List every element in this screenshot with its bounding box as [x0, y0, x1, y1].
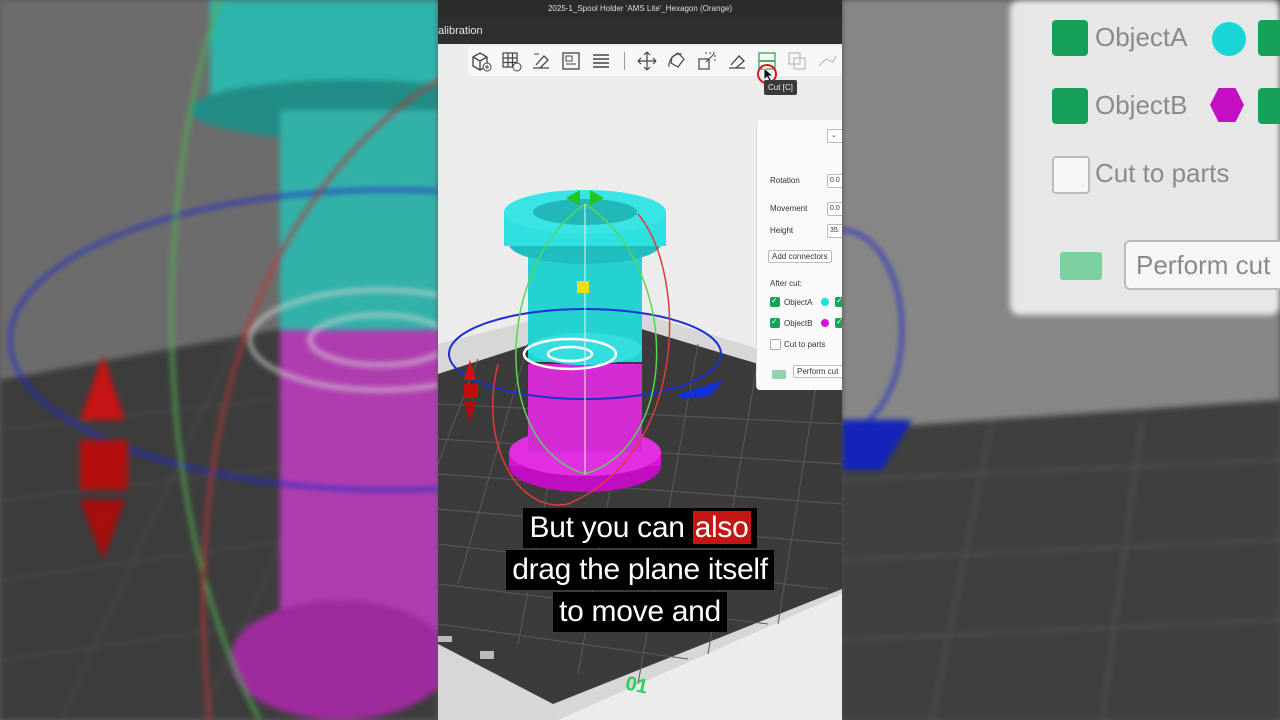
- zoom-objectb-extra-check: [1258, 88, 1280, 124]
- movement-field[interactable]: 0.0: [827, 202, 842, 216]
- cut-tool-panel: ⌄ Rotation 0.0 Movement 0.0 Height 35. A…: [756, 120, 842, 390]
- chevron-down-icon: ⌄: [831, 132, 837, 139]
- boolean-icon[interactable]: [786, 50, 808, 72]
- cut-to-parts-label: Cut to parts: [784, 340, 826, 349]
- caption-line-2-text: drag the plane itself: [506, 550, 774, 590]
- scale-icon[interactable]: [696, 50, 718, 72]
- zoom-perform-cut-button: Perform cut: [1124, 240, 1280, 290]
- cut-to-parts-checkbox[interactable]: [770, 339, 781, 350]
- right-blurred-backdrop: ObjectA ObjectB Cut to parts Perform cut: [842, 0, 1280, 720]
- lay-on-face-icon[interactable]: [726, 50, 748, 72]
- toolbar-separator: [624, 52, 625, 70]
- zoom-objectb-label: ObjectB: [1095, 90, 1188, 120]
- cut-tooltip: Cut [C]: [764, 80, 797, 95]
- objectb-option-checkbox[interactable]: [835, 317, 842, 328]
- left-blurred-backdrop: [0, 0, 438, 720]
- caption-line-3: to move and: [438, 592, 842, 632]
- left-zoomed-scene: [0, 0, 438, 720]
- cut-mode-dropdown[interactable]: ⌄: [827, 129, 842, 143]
- zoom-objecta-dot: [1212, 22, 1246, 56]
- caption-line-1: But you can also: [438, 508, 842, 548]
- menu-bar: alibration: [438, 18, 842, 44]
- zoom-cut-to-parts-label: Cut to parts: [1095, 158, 1230, 188]
- objecta-label: ObjectA: [784, 298, 813, 307]
- caption-line-3-text: to move and: [553, 592, 727, 632]
- after-cut-label: After cut:: [770, 279, 803, 288]
- window-title: 2025-1_Spool Holder 'AMS Lite'_Hexagon (…: [438, 0, 842, 18]
- zoom-objecta-label: ObjectA: [1095, 22, 1188, 52]
- perform-cut-button[interactable]: Perform cut: [793, 365, 842, 378]
- move-icon[interactable]: [636, 50, 658, 72]
- rotate-icon[interactable]: [666, 50, 688, 72]
- objecta-checkbox[interactable]: [770, 296, 780, 307]
- add-connectors-button[interactable]: Add connectors: [768, 250, 832, 263]
- split-layers-icon[interactable]: [590, 50, 612, 72]
- arrange-grid-icon[interactable]: [500, 50, 522, 72]
- add-object-icon[interactable]: [470, 50, 492, 72]
- caption-line-2: drag the plane itself: [438, 550, 842, 590]
- objectb-checkbox[interactable]: [770, 317, 780, 328]
- app-window: 2025-1_Spool Holder 'AMS Lite'_Hexagon (…: [438, 0, 842, 720]
- zoom-objectb-checkbox: [1052, 88, 1088, 124]
- height-label: Height: [770, 226, 794, 235]
- plate-layout-icon[interactable]: [560, 50, 582, 72]
- top-toolbar: [468, 46, 842, 76]
- objectb-color-dot: [821, 319, 829, 327]
- menu-item-calibration[interactable]: alibration: [438, 25, 483, 37]
- caption-line-1-text: But you can: [529, 511, 693, 544]
- objectb-label: ObjectB: [784, 319, 813, 328]
- plane-center-handle[interactable]: [577, 281, 589, 293]
- plate-number: 01: [623, 672, 649, 698]
- perform-cut-icon: [772, 370, 786, 379]
- rotation-label: Rotation: [770, 176, 800, 185]
- auto-orient-icon[interactable]: [530, 50, 552, 72]
- zoom-perform-cut-icon: [1060, 252, 1102, 280]
- zoom-objecta-checkbox: [1052, 20, 1088, 56]
- objecta-option-checkbox[interactable]: [835, 296, 842, 307]
- objecta-color-dot: [821, 298, 829, 306]
- rotation-field[interactable]: 0.0: [827, 174, 842, 188]
- movement-label: Movement: [770, 204, 808, 213]
- zoom-objecta-extra-check: [1258, 20, 1280, 56]
- support-paint-icon[interactable]: [816, 50, 838, 72]
- zoom-cut-to-parts-checkbox: [1052, 156, 1090, 194]
- height-field[interactable]: 35.: [827, 224, 842, 238]
- caption-highlight-word: also: [692, 511, 751, 544]
